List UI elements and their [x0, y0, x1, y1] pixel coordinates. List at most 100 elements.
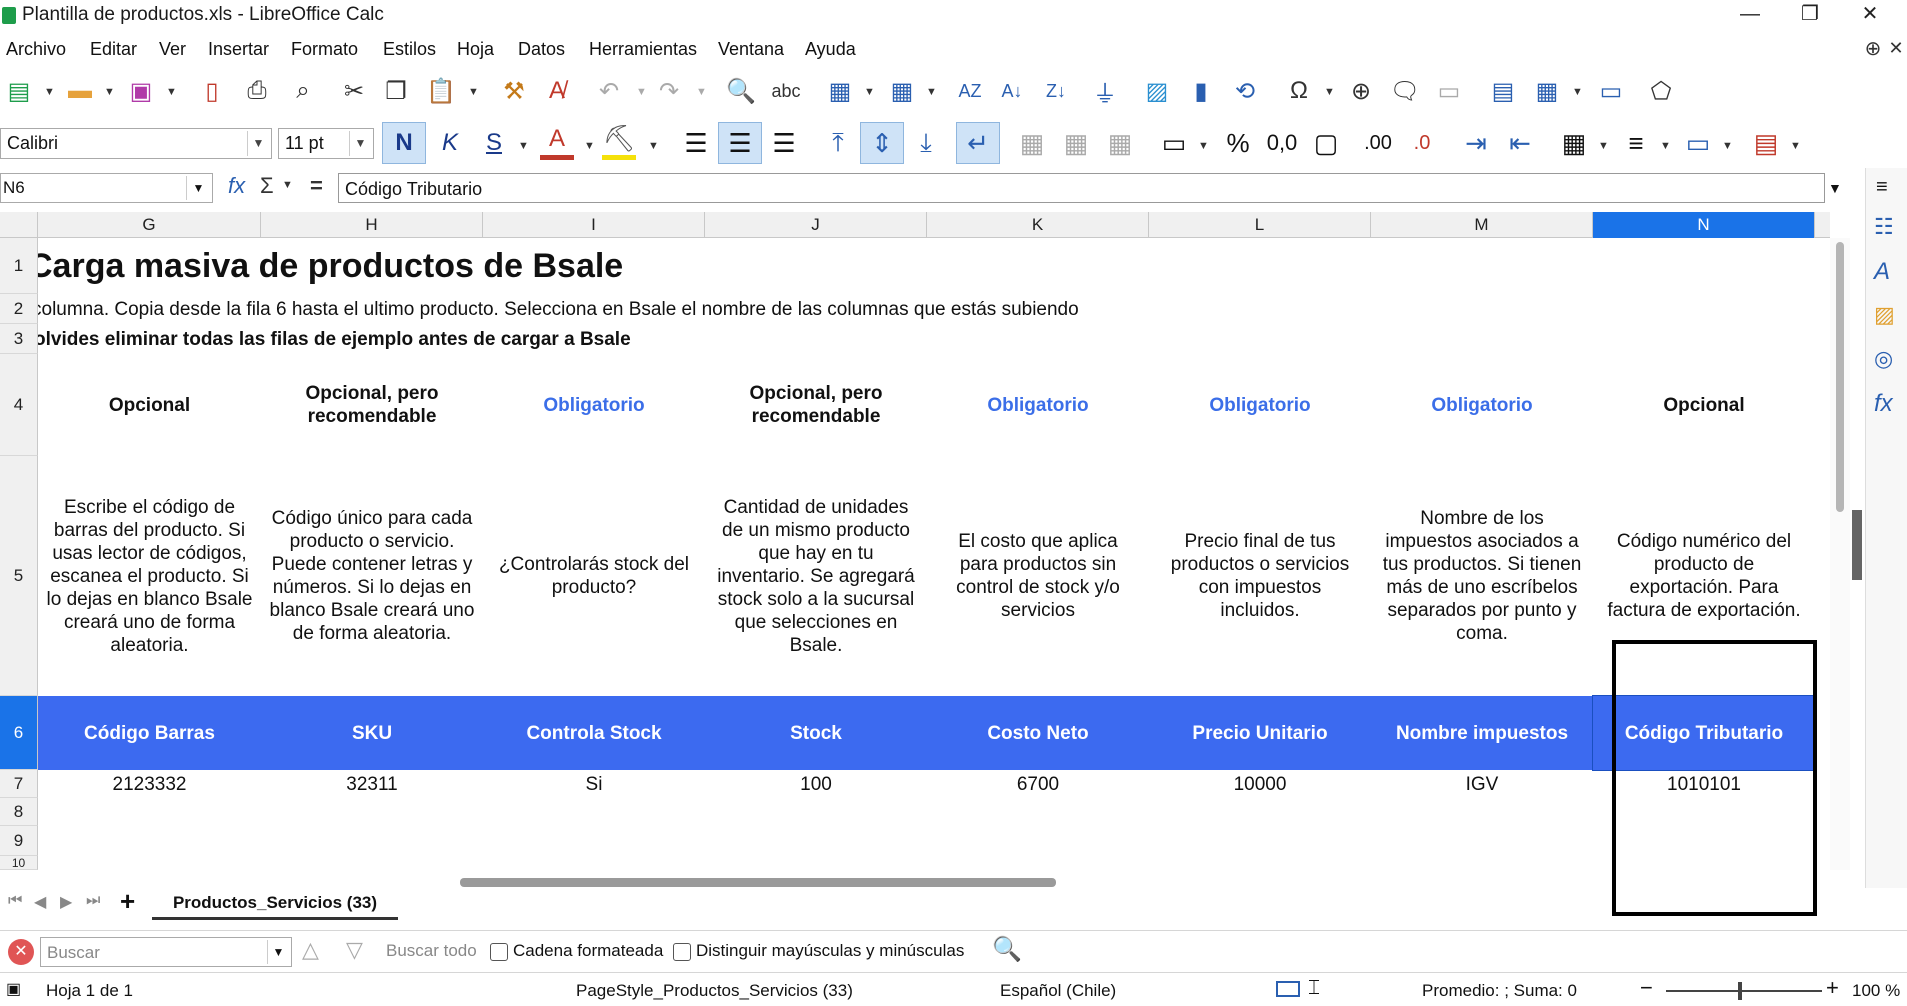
- header-controla-stock[interactable]: Controla Stock: [483, 696, 705, 770]
- close-document-icon[interactable]: ✕: [1886, 34, 1906, 62]
- header-codigo-barras[interactable]: Código Barras: [38, 696, 261, 770]
- increase-indent-icon[interactable]: ⇥: [1454, 122, 1498, 164]
- find-input[interactable]: Buscar ▼: [40, 937, 292, 967]
- unmerge-cells-icon[interactable]: ▦: [1098, 122, 1142, 164]
- find-all-button[interactable]: Buscar todo: [386, 941, 477, 961]
- row-header-9[interactable]: 9: [0, 826, 38, 856]
- row-header-4[interactable]: 4: [0, 354, 38, 456]
- percent-format-button[interactable]: %: [1216, 122, 1260, 164]
- last-sheet-icon[interactable]: ⏭: [86, 892, 100, 910]
- border-style-icon[interactable]: ≡: [1614, 122, 1658, 164]
- row-header-6[interactable]: 6: [0, 696, 38, 770]
- merge-center-icon[interactable]: ▦: [1010, 122, 1054, 164]
- gallery-icon[interactable]: ▨: [1874, 302, 1895, 328]
- merge-cells-icon[interactable]: ▦: [1054, 122, 1098, 164]
- value-h7[interactable]: 32311: [261, 770, 483, 798]
- font-size-box[interactable]: 11 pt ▼: [278, 128, 374, 159]
- column-icon[interactable]: ▦: [884, 74, 920, 108]
- column-header-h[interactable]: H: [261, 212, 483, 238]
- align-top-icon[interactable]: ⤒: [816, 122, 860, 164]
- menu-formato[interactable]: Formato: [291, 39, 358, 60]
- chevron-down-icon[interactable]: ▼: [468, 86, 479, 98]
- chevron-down-icon[interactable]: ▼: [1572, 86, 1583, 98]
- column-header-j[interactable]: J: [705, 212, 927, 238]
- page-style[interactable]: PageStyle_Productos_Servicios (33): [576, 981, 853, 1001]
- vertical-scrollbar[interactable]: [1830, 238, 1850, 870]
- minimize-button[interactable]: —: [1720, 0, 1780, 30]
- conditional-format-icon[interactable]: ▤: [1744, 122, 1788, 164]
- chevron-down-icon[interactable]: ▼: [1198, 140, 1209, 152]
- insert-image-icon[interactable]: ▨: [1140, 74, 1174, 108]
- open-folder-icon[interactable]: ▬: [62, 74, 98, 108]
- find-previous-icon[interactable]: △: [302, 937, 319, 963]
- chevron-down-icon[interactable]: ▼: [518, 140, 529, 152]
- row-icon[interactable]: ▦: [822, 74, 858, 108]
- selection-mode-icon[interactable]: [1276, 981, 1300, 997]
- sheet-tab-productos-servicios[interactable]: Productos_Servicios (33): [152, 888, 398, 920]
- cut-icon[interactable]: ✂: [338, 74, 370, 108]
- previous-sheet-icon[interactable]: ◀: [34, 892, 46, 912]
- column-header-g[interactable]: G: [38, 212, 261, 238]
- chevron-down-icon[interactable]: ▼: [926, 86, 937, 98]
- menu-ver[interactable]: Ver: [159, 39, 186, 60]
- value-l7[interactable]: 10000: [1149, 770, 1371, 798]
- chevron-down-icon[interactable]: ▼: [104, 86, 115, 98]
- align-middle-icon[interactable]: ⇕: [860, 122, 904, 164]
- function-wizard-icon[interactable]: fx: [228, 173, 245, 199]
- globe-icon[interactable]: ⊕: [1860, 34, 1886, 62]
- chevron-down-icon[interactable]: ▼: [648, 140, 659, 152]
- special-character-icon[interactable]: Ω: [1282, 74, 1316, 108]
- chevron-down-icon[interactable]: ▼: [1660, 140, 1671, 152]
- borders-icon[interactable]: ▦: [1552, 122, 1596, 164]
- value-i7[interactable]: Si: [483, 770, 705, 798]
- clear-formatting-icon[interactable]: A̸: [540, 74, 574, 108]
- undo-icon[interactable]: ↶: [592, 74, 626, 108]
- chevron-down-icon[interactable]: ▼: [864, 86, 875, 98]
- find-replace-icon[interactable]: 🔍: [992, 935, 1022, 964]
- menu-archivo[interactable]: Archivo: [6, 39, 66, 60]
- add-sheet-button[interactable]: +: [120, 886, 135, 917]
- menu-ayuda[interactable]: Ayuda: [805, 39, 856, 60]
- add-decimal-button[interactable]: .00: [1356, 122, 1400, 164]
- column-header-l[interactable]: L: [1149, 212, 1371, 238]
- row-header-8[interactable]: 8: [0, 798, 38, 826]
- header-nombre-impuestos[interactable]: Nombre impuestos: [1371, 696, 1593, 770]
- sum-icon[interactable]: Σ: [260, 173, 274, 199]
- chevron-down-icon[interactable]: ▼: [282, 179, 293, 191]
- menu-hoja[interactable]: Hoja: [457, 39, 494, 60]
- menu-insertar[interactable]: Insertar: [208, 39, 269, 60]
- menu-estilos[interactable]: Estilos: [383, 39, 436, 60]
- chevron-down-icon[interactable]: ▼: [1790, 140, 1801, 152]
- show-draw-functions-icon[interactable]: ⬠: [1644, 74, 1678, 108]
- column-header-n[interactable]: N: [1593, 212, 1815, 238]
- zoom-slider-thumb[interactable]: [1738, 982, 1742, 1000]
- select-all-corner[interactable]: [0, 212, 38, 238]
- horizontal-scroll-thumb[interactable]: [460, 878, 1056, 887]
- redo-icon[interactable]: ↷: [652, 74, 686, 108]
- spreadsheet-grid[interactable]: Carga masiva de productos de Bsale colum…: [38, 238, 1828, 870]
- row-header-5[interactable]: 5: [0, 456, 38, 696]
- clone-formatting-icon[interactable]: ⚒: [498, 74, 530, 108]
- value-m7[interactable]: IGV: [1371, 770, 1593, 798]
- sidebar-collapse-handle[interactable]: [1852, 510, 1862, 580]
- chevron-down-icon[interactable]: ▼: [1722, 140, 1733, 152]
- column-header-i[interactable]: I: [483, 212, 705, 238]
- spelling-icon[interactable]: abc: [766, 74, 806, 108]
- row-header-1[interactable]: 1: [0, 238, 38, 294]
- font-name-box[interactable]: Calibri ▼: [0, 128, 272, 159]
- vertical-scroll-thumb[interactable]: [1836, 242, 1844, 512]
- paste-icon[interactable]: 📋: [424, 74, 458, 108]
- properties-icon[interactable]: ☷: [1874, 214, 1894, 240]
- insert-chart-icon[interactable]: ▮: [1184, 74, 1218, 108]
- zoom-level[interactable]: 100 %: [1852, 981, 1900, 1001]
- row-header-2[interactable]: 2: [0, 294, 38, 324]
- split-window-icon[interactable]: ▭: [1594, 74, 1628, 108]
- name-box[interactable]: N6 ▼: [0, 173, 213, 203]
- delete-decimal-button[interactable]: .0: [1400, 122, 1444, 164]
- align-bottom-icon[interactable]: ⤓: [904, 122, 948, 164]
- headers-footers-icon[interactable]: ▭: [1432, 74, 1466, 108]
- chevron-down-icon[interactable]: ▼: [267, 940, 289, 964]
- value-k7[interactable]: 6700: [927, 770, 1149, 798]
- wrap-text-icon[interactable]: ↵: [956, 122, 1000, 164]
- value-j7[interactable]: 100: [705, 770, 927, 798]
